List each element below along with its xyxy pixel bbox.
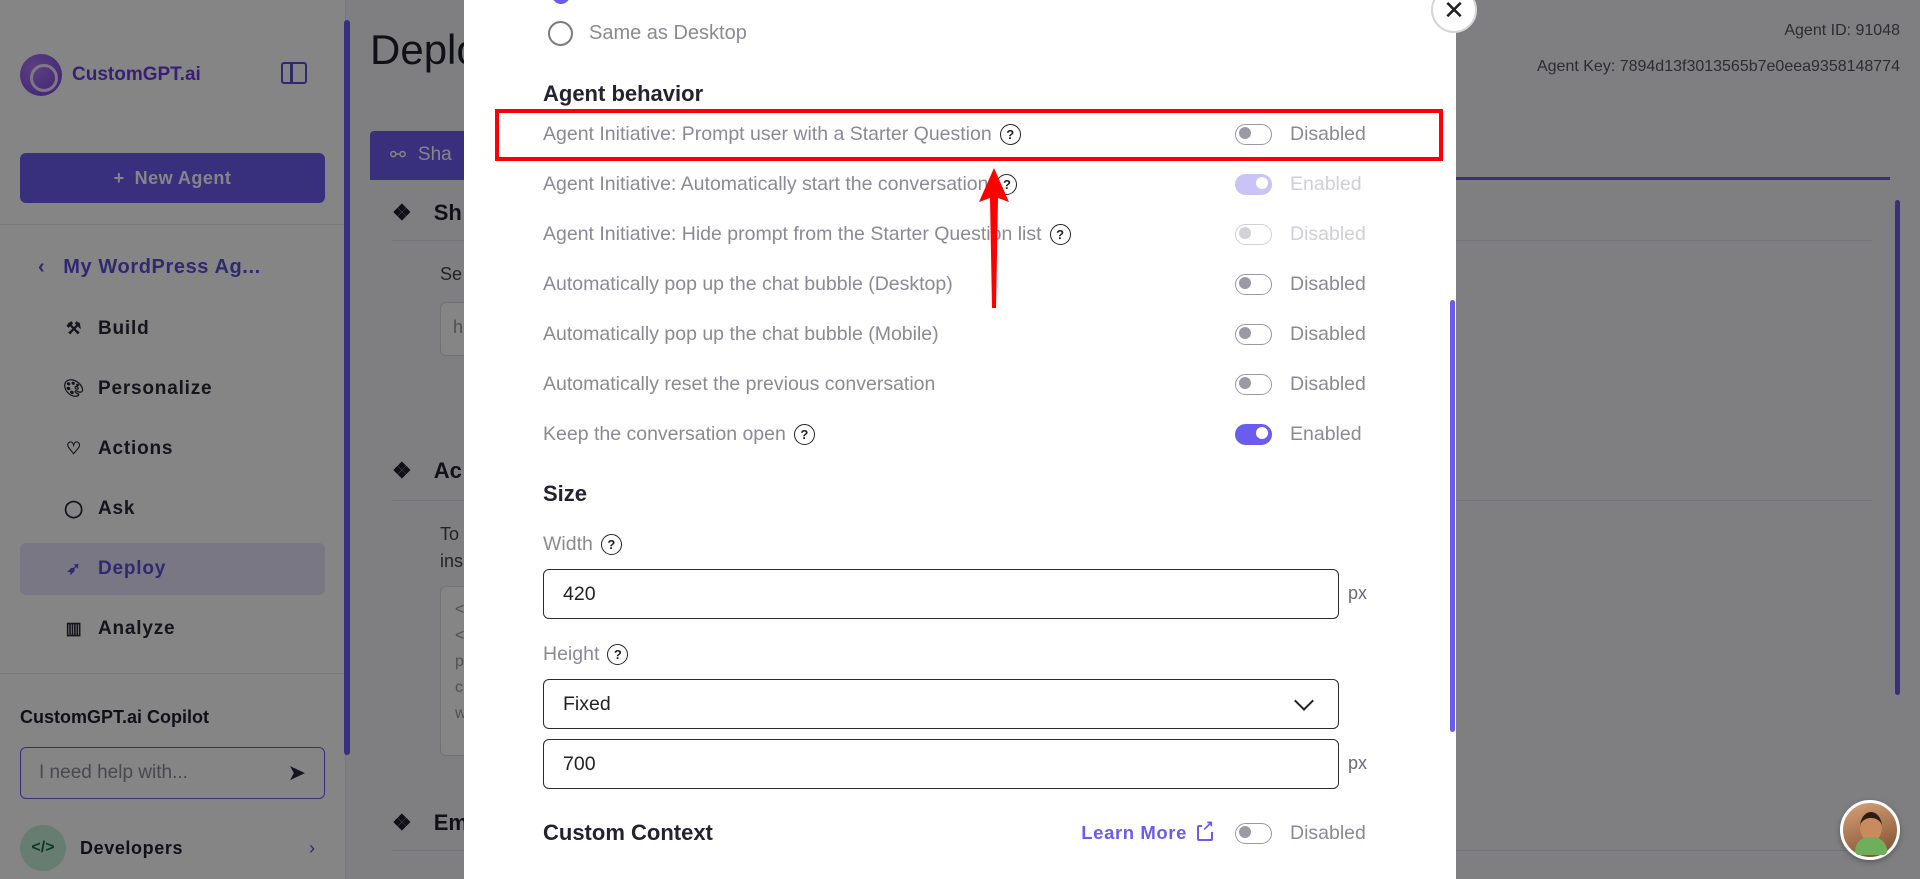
radio-same-as-desktop[interactable]: Same as Desktop	[548, 21, 747, 46]
annotation-highlight-box	[495, 109, 1443, 161]
toggle-switch[interactable]	[1235, 373, 1272, 395]
custom-context-heading: Custom Context	[543, 820, 713, 845]
height-label: Height ?	[543, 643, 629, 666]
custom-context-row: Custom Context Learn More Disabled	[543, 818, 1373, 846]
height-unit: px	[1348, 753, 1368, 773]
learn-more-label: Learn More	[1081, 822, 1187, 843]
learn-more-link[interactable]: Learn More	[1081, 818, 1215, 844]
toggle-status: Disabled	[1290, 821, 1366, 844]
height-mode-select[interactable]: Fixed	[543, 679, 1339, 729]
width-unit: px	[1348, 583, 1368, 603]
help-icon[interactable]: ?	[1049, 223, 1071, 245]
toggle-switch[interactable]	[1235, 822, 1272, 844]
toggle-status: Enabled	[1290, 172, 1362, 195]
height-value: 700	[563, 752, 596, 775]
toggle-status: Disabled	[1290, 372, 1366, 395]
toggle-status: Enabled	[1290, 422, 1362, 445]
height-field[interactable]: 700	[543, 739, 1339, 789]
setting-auto-start-conversation: Agent Initiative: Automatically start th…	[543, 169, 1373, 199]
help-icon[interactable]: ?	[793, 423, 815, 445]
annotation-arrow-icon	[979, 168, 1009, 308]
setting-label: Automatically pop up the chat bubble (De…	[543, 273, 1235, 296]
modal-scrollbar[interactable]	[1450, 300, 1455, 732]
toggle-status: Disabled	[1290, 322, 1366, 345]
width-field[interactable]: 420	[543, 569, 1339, 619]
height-mode-value: Fixed	[563, 692, 611, 715]
size-heading: Size	[543, 481, 588, 506]
setting-popup-mobile: Automatically pop up the chat bubble (Mo…	[543, 319, 1373, 349]
setting-label-text: Automatically reset the previous convers…	[543, 372, 936, 395]
setting-label-text: Keep the conversation open	[543, 422, 786, 445]
setting-label: Agent Initiative: Hide prompt from the S…	[543, 223, 1235, 246]
chat-bubble-avatar[interactable]	[1840, 800, 1900, 860]
toggle-status: Disabled	[1290, 272, 1366, 295]
setting-reset-conversation: Automatically reset the previous convers…	[543, 369, 1373, 399]
agent-behavior-heading: Agent behavior	[543, 81, 704, 106]
help-icon[interactable]: ?	[607, 644, 629, 665]
setting-label: Automatically pop up the chat bubble (Mo…	[543, 323, 1235, 346]
setting-label-text: Automatically pop up the chat bubble (Mo…	[543, 322, 939, 345]
setting-label: Agent Initiative: Automatically start th…	[543, 173, 1235, 196]
setting-popup-desktop: Automatically pop up the chat bubble (De…	[543, 269, 1373, 299]
width-label-text: Width	[543, 533, 593, 555]
setting-label-text: Agent Initiative: Hide prompt from the S…	[543, 222, 1042, 245]
setting-label: Automatically reset the previous convers…	[543, 373, 1235, 396]
toggle-status: Disabled	[1290, 222, 1366, 245]
width-value: 420	[563, 582, 596, 605]
external-link-icon	[1197, 818, 1215, 841]
setting-label-text: Agent Initiative: Automatically start th…	[543, 172, 989, 195]
toggle-switch[interactable]	[1235, 423, 1272, 445]
setting-keep-open: Keep the conversation open? Enabled	[543, 419, 1373, 449]
radio-circle	[548, 21, 573, 46]
toggle-switch[interactable]	[1235, 323, 1272, 345]
radio-label: Same as Desktop	[589, 22, 747, 44]
chevron-down-icon	[1294, 691, 1314, 711]
width-label: Width ?	[543, 533, 622, 556]
height-label-text: Height	[543, 643, 600, 665]
setting-label: Keep the conversation open?	[543, 423, 1235, 446]
toggle-switch[interactable]	[1235, 223, 1272, 245]
toggle-switch[interactable]	[1235, 273, 1272, 295]
toggle-switch[interactable]	[1235, 173, 1272, 195]
help-icon[interactable]: ?	[600, 534, 622, 555]
setting-label-text: Automatically pop up the chat bubble (De…	[543, 272, 953, 295]
setting-hide-prompt: Agent Initiative: Hide prompt from the S…	[543, 219, 1373, 249]
